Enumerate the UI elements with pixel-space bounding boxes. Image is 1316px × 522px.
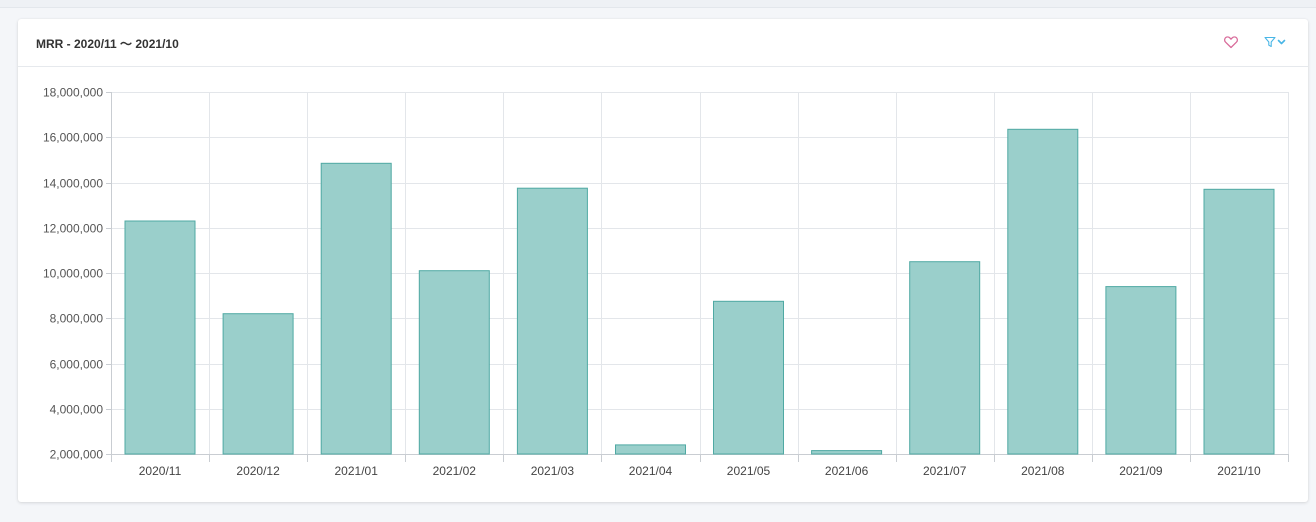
bar (615, 444, 686, 455)
bar (1203, 188, 1275, 455)
y-tick-label: 2,000,000 (50, 448, 104, 462)
y-tick-label: 4,000,000 (50, 403, 104, 417)
x-tick-label: 2021/09 (1119, 464, 1163, 478)
x-tick-label: 2021/04 (629, 464, 673, 478)
y-tick-label: 18,000,000 (43, 86, 103, 100)
y-tick-label: 12,000,000 (43, 222, 103, 236)
bar (418, 270, 490, 455)
bar (1007, 128, 1079, 455)
x-tick-label: 2021/03 (531, 464, 575, 478)
y-tick-label: 16,000,000 (43, 131, 103, 145)
y-tick-label: 8,000,000 (50, 312, 104, 326)
x-tick-label: 2021/05 (727, 464, 771, 478)
y-tick-label: 14,000,000 (43, 177, 103, 191)
y-tick-label: 10,000,000 (43, 267, 103, 281)
x-tick-label: 2021/07 (923, 464, 967, 478)
x-tick-label: 2021/02 (433, 464, 477, 478)
bar (516, 187, 588, 455)
x-tick-label: 2020/12 (236, 464, 280, 478)
x-tick-label: 2021/08 (1021, 464, 1065, 478)
y-tick-label: 6,000,000 (50, 358, 104, 372)
bar (713, 300, 784, 455)
x-tick-label: 2020/11 (139, 464, 182, 478)
bar (811, 450, 883, 455)
x-tick-label: 2021/01 (335, 464, 379, 478)
bar (909, 261, 981, 455)
x-tick-label: 2021/10 (1217, 464, 1261, 478)
bar (1105, 286, 1177, 455)
bar (124, 220, 196, 455)
bar-chart: 2,000,000 4,000,000 6,000,000 8,000,000 10,0… (43, 86, 1289, 478)
bar (320, 162, 392, 455)
bar (222, 313, 294, 455)
x-tick-label: 2021/06 (825, 464, 869, 478)
